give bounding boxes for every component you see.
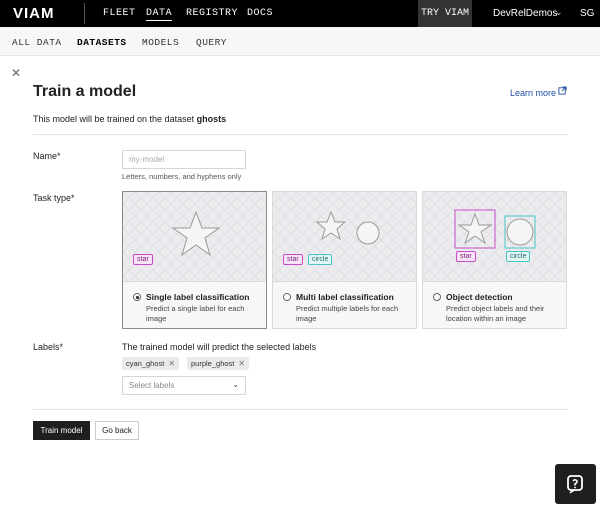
card-title: Multi label classification <box>296 292 394 302</box>
subnav-all-data[interactable]: ALL DATA <box>12 37 62 48</box>
subnav-models[interactable]: MODELS <box>142 37 179 48</box>
viam-logo[interactable]: VIAM <box>13 5 55 22</box>
task-card-single-label[interactable]: star Single label classification Predict… <box>122 191 267 329</box>
single-label-illustration: star <box>123 192 266 282</box>
external-link-icon[interactable] <box>558 86 567 98</box>
page-title: Train a model <box>33 83 137 100</box>
chevron-down-icon[interactable]: ⌄ <box>555 7 563 18</box>
labels-label: Labels* <box>33 342 64 352</box>
tag-star: star <box>283 254 303 265</box>
card-description: Predict object labels and their location… <box>446 304 545 323</box>
description-text: This model will be trained on the datase… <box>33 114 195 124</box>
user-avatar[interactable]: SG <box>580 8 594 19</box>
top-navigation-bar: VIAM FLEET DATA REGISTRY DOCS TRY VIAM D… <box>0 0 600 27</box>
task-card-multi-label[interactable]: star circle Multi label classification P… <box>272 191 417 329</box>
labels-help-text: The trained model will predict the selec… <box>122 342 317 352</box>
remove-icon[interactable]: ✕ <box>238 359 245 368</box>
org-selector[interactable]: DevRelDemos <box>493 8 557 19</box>
go-back-button[interactable]: Go back <box>95 421 139 440</box>
data-subnav: ALL DATA DATASETS MODELS QUERY <box>0 27 600 56</box>
divider <box>33 409 568 410</box>
card-title: Single label classification <box>146 292 250 302</box>
close-icon[interactable]: ✕ <box>11 66 21 80</box>
task-card-object-detection[interactable]: star circle Object detection Predict obj… <box>422 191 567 329</box>
nav-data[interactable]: DATA <box>146 8 173 21</box>
tag-circle: circle <box>506 251 531 262</box>
learn-more-link[interactable]: Learn more <box>510 88 556 98</box>
name-help-text: Letters, numbers, and hyphens only <box>122 172 242 181</box>
subnav-query[interactable]: QUERY <box>196 37 227 48</box>
card-title: Object detection <box>446 292 513 302</box>
chevron-down-icon: ⌄ <box>232 380 239 389</box>
card-description: Predict multiple labels for each image <box>296 304 399 323</box>
nav-docs[interactable]: DOCS <box>247 8 273 19</box>
label-chip-cyan-ghost: cyan_ghost ✕ <box>122 357 180 370</box>
train-model-button[interactable]: Train model <box>33 421 90 440</box>
tag-circle: circle <box>308 254 333 265</box>
chip-label: purple_ghost <box>191 359 235 368</box>
dataset-name: ghosts <box>196 114 227 124</box>
try-viam-button[interactable]: TRY VIAM <box>418 0 472 27</box>
model-name-input[interactable]: my-model <box>122 150 246 169</box>
object-detection-illustration: star circle <box>423 192 566 282</box>
card-description: Predict a single label for each image <box>146 304 245 323</box>
radio-single-label[interactable] <box>133 293 141 301</box>
subnav-datasets[interactable]: DATASETS <box>77 37 127 48</box>
multi-label-illustration: star circle <box>273 192 416 282</box>
chat-help-icon <box>566 475 583 494</box>
radio-object-detection[interactable] <box>433 293 441 301</box>
divider <box>33 134 568 135</box>
chat-help-button[interactable] <box>555 464 596 504</box>
select-placeholder: Select labels <box>129 381 175 390</box>
nav-fleet[interactable]: FLEET <box>103 8 136 19</box>
tag-star: star <box>456 251 476 262</box>
labels-select[interactable]: Select labels ⌄ <box>122 376 246 395</box>
radio-multi-label[interactable] <box>283 293 291 301</box>
page-description: This model will be trained on the datase… <box>33 114 226 124</box>
chip-label: cyan_ghost <box>126 359 165 368</box>
name-label: Name* <box>33 151 61 161</box>
nav-registry[interactable]: REGISTRY <box>186 8 238 19</box>
label-chip-purple-ghost: purple_ghost ✕ <box>187 357 250 370</box>
tag-star: star <box>133 254 153 265</box>
remove-icon[interactable]: ✕ <box>168 359 175 368</box>
task-type-label: Task type* <box>33 193 75 203</box>
logo-divider <box>84 3 85 24</box>
